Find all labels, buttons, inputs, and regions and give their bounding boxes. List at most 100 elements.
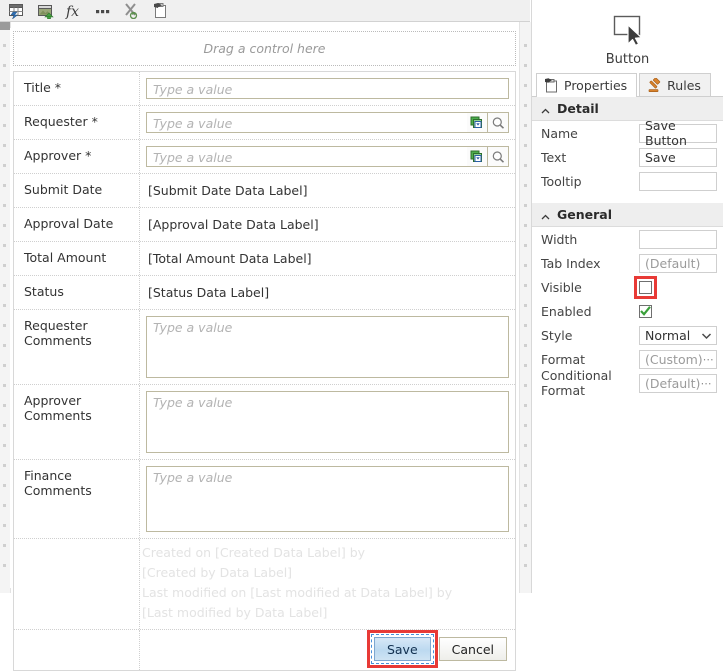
approver-comments-textarea[interactable]: Type a value <box>146 391 509 453</box>
style-select[interactable]: Normal <box>639 325 717 345</box>
property-row-text: Text Save <box>532 145 723 169</box>
ellipsis-icon[interactable]: ⋯ <box>700 377 712 390</box>
width-field[interactable] <box>639 229 717 249</box>
section-title-general: General <box>557 207 612 222</box>
section-header-general[interactable]: General <box>532 203 723 227</box>
title-input[interactable]: Type a value <box>146 78 509 99</box>
total-amount-data-label[interactable]: [Total Amount Data Label] <box>146 248 314 269</box>
enabled-checkbox[interactable] <box>639 304 652 318</box>
table-row: Approver * Type a value <box>14 140 515 174</box>
people-picker-icon[interactable] <box>467 146 488 167</box>
format-value: (Custom) <box>645 351 703 367</box>
field-label: Requester Comments <box>14 310 140 384</box>
enabled-checkbox-wrapper <box>639 304 717 318</box>
table-row: Requester * Type a value <box>14 106 515 140</box>
approval-date-data-label[interactable]: [Approval Date Data Label] <box>146 214 321 235</box>
cut-paste-icon[interactable] <box>122 2 142 20</box>
tab-rules[interactable]: Rules <box>639 73 711 96</box>
submit-date-data-label[interactable]: [Submit Date Data Label] <box>146 180 309 201</box>
chevron-up-icon <box>541 104 550 114</box>
name-field[interactable]: Save Button <box>639 118 717 148</box>
requester-lookup-group <box>467 112 509 133</box>
properties-panel: Button Properties Rules Detail Name Save… <box>531 0 723 593</box>
approver-input[interactable]: Type a value <box>146 146 468 167</box>
status-data-label[interactable]: [Status Data Label] <box>146 282 271 303</box>
finance-comments-textarea[interactable]: Type a value <box>146 466 509 532</box>
drag-control-dropzone[interactable]: Drag a control here <box>13 31 516 66</box>
tab-index-field[interactable]: (Default) <box>639 253 717 273</box>
formula-icon[interactable]: fx <box>64 2 84 20</box>
field-label: Approver * <box>14 140 140 173</box>
insert-table-icon[interactable] <box>6 2 26 20</box>
table-row: Approver Comments Type a value <box>14 385 515 460</box>
chevron-down-icon <box>701 328 712 343</box>
approver-lookup-group <box>467 146 509 167</box>
table-row: Save Cancel <box>14 630 515 670</box>
created-by-line: [Created by Data Label] <box>142 565 293 580</box>
field-control-cell: Type a value <box>140 385 515 459</box>
field-label: Submit Date <box>14 174 140 207</box>
svg-text:fx: fx <box>65 4 79 19</box>
conditional-format-field[interactable]: (Default) ⋯ <box>639 373 717 393</box>
field-label: Title * <box>14 72 140 105</box>
search-lookup-icon[interactable] <box>488 112 509 133</box>
form-fields-table: Title * Type a value Requester * Type a … <box>13 71 516 671</box>
cancel-button[interactable]: Cancel <box>438 637 507 661</box>
property-label: Tab Index <box>541 255 601 271</box>
insert-image-icon[interactable] <box>35 2 55 20</box>
chevron-up-icon <box>541 210 550 220</box>
field-control-cell: [Status Data Label] <box>140 276 515 309</box>
visible-checkbox-wrapper <box>634 275 717 299</box>
search-lookup-icon[interactable] <box>488 146 509 167</box>
panel-header: Button <box>532 0 723 72</box>
tab-properties[interactable]: Properties <box>536 73 638 97</box>
form-actions-cell: Save Cancel <box>140 630 515 670</box>
vertical-scrollbar-thumb[interactable] <box>0 22 10 30</box>
save-button[interactable]: Save <box>373 637 431 661</box>
format-field[interactable]: (Custom) ⋯ <box>639 349 717 369</box>
requester-comments-textarea[interactable]: Type a value <box>146 316 509 378</box>
form-designer-app: fx Drag a control here Title * Type a va… <box>0 0 723 671</box>
text-field[interactable]: Save <box>639 147 717 167</box>
field-label: Requester * <box>14 106 140 139</box>
created-on-line: Created on [Created Data Label] by <box>142 545 366 560</box>
requester-input[interactable]: Type a value <box>146 112 468 133</box>
paste-control-icon[interactable] <box>151 2 171 20</box>
style-select-value: Normal <box>645 327 691 343</box>
field-control-cell: [Approval Date Data Label] <box>140 208 515 241</box>
field-control-cell: Type a value <box>140 460 515 538</box>
field-label: Finance Comments <box>14 460 140 538</box>
field-label: Approver Comments <box>14 385 140 459</box>
visible-checkbox[interactable] <box>639 280 652 294</box>
table-row: Title * Type a value <box>14 72 515 106</box>
property-row-name: Name Save Button <box>532 118 723 148</box>
field-label: Status <box>14 276 140 309</box>
selected-control-type: Button <box>605 52 650 67</box>
table-row: Status [Status Data Label] <box>14 276 515 310</box>
rules-gavel-icon <box>647 77 662 93</box>
more-options-icon[interactable] <box>93 2 113 20</box>
property-row-width: Width <box>532 227 723 251</box>
property-row-tooltip: Tooltip <box>532 169 723 193</box>
property-row-visible: Visible <box>532 275 723 299</box>
tab-properties-label: Properties <box>564 78 628 93</box>
last-modified-by-line: [Last modified by Data Label] <box>142 605 328 620</box>
property-label: Tooltip <box>541 173 582 189</box>
form-canvas: Drag a control here Title * Type a value… <box>0 22 531 671</box>
field-control-cell: Type a value <box>140 310 515 384</box>
property-row-tab-index: Tab Index (Default) <box>532 251 723 275</box>
field-label: Total Amount <box>14 242 140 275</box>
field-control-cell: Type a value <box>140 72 515 105</box>
property-label: Width <box>541 231 578 247</box>
designer-toolbar: fx <box>0 0 530 22</box>
dropzone-label: Drag a control here <box>203 41 326 56</box>
people-picker-icon[interactable] <box>467 112 488 133</box>
tooltip-field[interactable] <box>639 171 717 191</box>
table-row: Submit Date [Submit Date Data Label] <box>14 174 515 208</box>
property-label: Format <box>541 351 586 367</box>
ellipsis-icon[interactable]: ⋯ <box>703 353 715 366</box>
table-row: Requester Comments Type a value <box>14 310 515 385</box>
button-control-icon <box>608 9 648 51</box>
table-row: Created on [Created Data Label] by [Crea… <box>14 539 515 630</box>
table-row: Total Amount [Total Amount Data Label] <box>14 242 515 276</box>
